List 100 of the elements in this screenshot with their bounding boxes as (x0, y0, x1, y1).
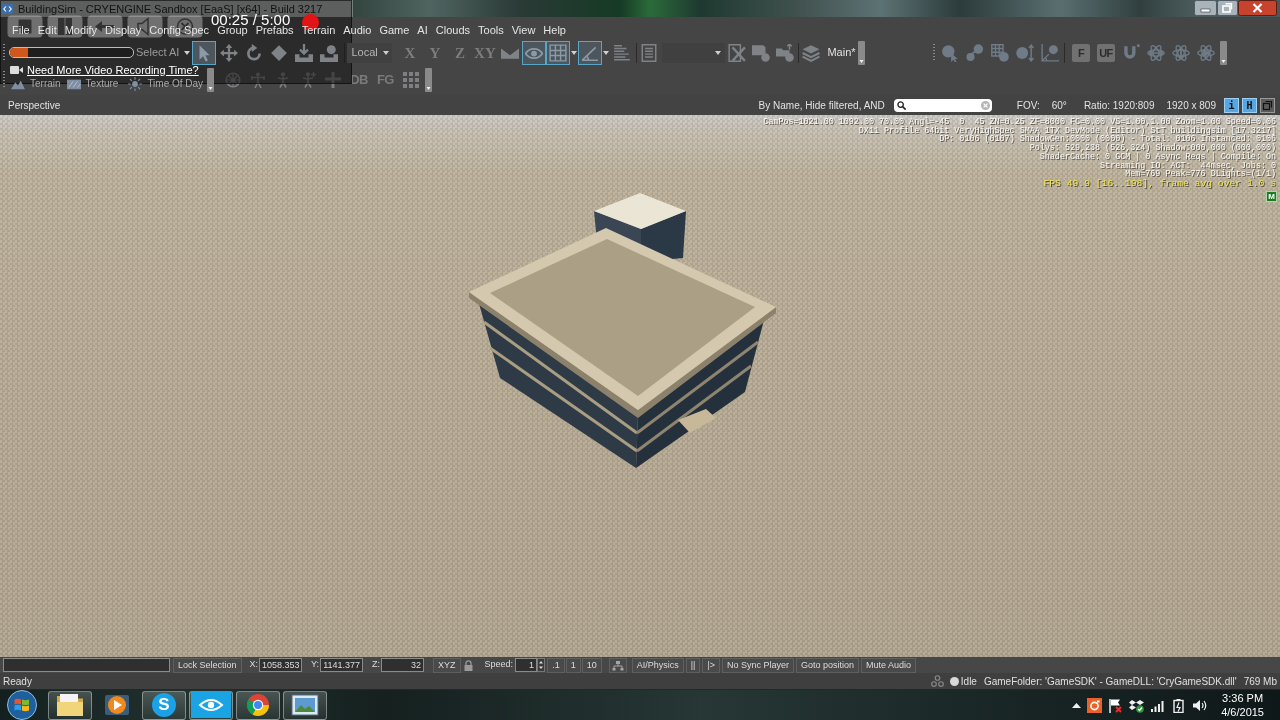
taskbar-button[interactable] (283, 690, 327, 720)
axis-lock-button[interactable]: XYZ (433, 657, 461, 673)
3d-viewport[interactable] (0, 115, 1280, 657)
speed-preset-button[interactable]: 1 (565, 657, 581, 673)
menu-item[interactable]: View (511, 25, 536, 36)
toolbar-button[interactable]: |> (702, 657, 720, 673)
document-cross-icon[interactable] (728, 43, 747, 62)
hierarchy-icon[interactable] (608, 657, 627, 673)
toolbar-button[interactable]: No Sync Player (721, 657, 794, 673)
restore-icon[interactable] (1217, 0, 1238, 16)
filter-summary: By Name, Hide filtered, AND (758, 98, 885, 113)
cross-icon[interactable] (325, 72, 342, 88)
rotate-arrow-icon[interactable] (245, 43, 264, 62)
menu-item[interactable]: Group (217, 25, 248, 36)
ai-dropdown[interactable]: Select AI (136, 42, 192, 63)
arrow-cursor-icon[interactable] (192, 40, 217, 65)
menu-item[interactable]: Audio (343, 25, 372, 36)
speed-label: Speed: (484, 658, 514, 672)
code-tile-icon (2, 3, 13, 14)
upgrade-link[interactable]: Need More Video Recording Time? (27, 64, 199, 76)
chevron-bar-icon[interactable] (207, 68, 215, 92)
battery-icon[interactable] (1171, 697, 1187, 713)
menu-item[interactable]: AI (417, 25, 428, 36)
angle-icon[interactable] (578, 40, 603, 65)
window-toggle-icon[interactable] (1260, 97, 1275, 113)
grid-icon[interactable] (546, 40, 571, 65)
debug-info-line: Mem=769 Peak=776 DLights=(1/1) (1125, 170, 1276, 179)
close-icon[interactable] (1238, 0, 1277, 16)
z-field[interactable]: 32 (381, 658, 425, 672)
clock-time[interactable]: 3:36 PM (1222, 691, 1264, 705)
menu-item[interactable]: Clouds (435, 25, 470, 36)
tray-ball-icon[interactable] (320, 43, 339, 62)
status-message: Ready (3, 674, 32, 689)
current-layer[interactable]: Main* (827, 44, 856, 61)
view-toggle-button[interactable]: H (1242, 97, 1257, 113)
time-of-day-button[interactable]: Time Of Day (128, 77, 204, 91)
lock-selection-button[interactable]: Lock Selection (173, 657, 242, 673)
z-label: Z: (372, 658, 381, 672)
move-arrows-icon[interactable] (220, 43, 239, 62)
flag-icon[interactable] (1108, 697, 1124, 713)
spinner-arrows-icon[interactable] (537, 658, 546, 672)
debug-info-line: CamPos=1021.00 1092.00 70.00 Angl=-45 0 45 ZN=0.25 ZF=8000 FC=0.00 VS=1.00,1.00 Zoom=1.00 Speed=0.06 (763, 118, 1276, 127)
search-field[interactable] (893, 98, 992, 112)
padlock-icon[interactable] (463, 659, 473, 671)
person-bar-icon[interactable] (250, 72, 267, 88)
taskbar-button[interactable] (236, 690, 280, 720)
texture-button[interactable]: Texture (66, 77, 119, 91)
x-label: X: (249, 658, 259, 672)
text-lines-icon[interactable] (613, 43, 632, 62)
layers-icon[interactable] (802, 43, 821, 62)
folder-icon (56, 693, 84, 717)
minimize-icon[interactable] (1194, 0, 1217, 16)
diamond-icon[interactable] (270, 43, 289, 62)
taskbar-button[interactable] (48, 690, 92, 720)
eye-icon (191, 692, 231, 718)
eye-icon[interactable] (522, 40, 547, 65)
texture-tile-icon (66, 77, 81, 91)
tray-arrow-icon[interactable] (295, 43, 314, 62)
speaker-icon[interactable] (1192, 697, 1208, 713)
toolbar-button[interactable]: AI/Physics (631, 657, 684, 673)
speed-preset-button[interactable]: .1 (547, 657, 565, 673)
chevron-bar-icon[interactable] (857, 40, 865, 65)
dot-grid-icon[interactable] (402, 72, 419, 88)
caret-icon[interactable] (571, 50, 578, 55)
camera-tile-icon[interactable] (1087, 697, 1103, 713)
document-lines-icon[interactable] (640, 43, 659, 62)
resolution: 1920 x 809 (1166, 98, 1216, 113)
selection-field[interactable] (3, 658, 170, 672)
menu-item[interactable]: Terrain (301, 25, 336, 36)
terrain-button[interactable]: Terrain (11, 77, 61, 91)
box-check-icon[interactable] (1129, 697, 1145, 713)
coordinate-system-dropdown[interactable]: Local (347, 42, 393, 63)
folder-ball-icon[interactable] (776, 43, 795, 62)
chevron-bar-icon[interactable] (424, 68, 432, 92)
disk-ball-icon[interactable] (752, 43, 771, 62)
start-orb-icon[interactable] (6, 690, 38, 720)
menu-item[interactable]: Help (543, 25, 566, 36)
menu-item[interactable]: Game (379, 25, 410, 36)
speed-field[interactable]: 1 (515, 658, 538, 672)
caret-icon[interactable] (382, 50, 389, 55)
toolbar-button[interactable]: || (685, 657, 701, 673)
clock-date[interactable]: 4/6/2015 (1221, 705, 1264, 719)
speed-preset-button[interactable]: 10 (581, 657, 602, 673)
caret-up-icon[interactable] (1072, 702, 1082, 708)
debug-info-line: Polys: 529,238 (526,324) Shadow:000,000 (000,000) (1029, 144, 1276, 153)
caret-icon[interactable] (715, 50, 722, 55)
caret-icon[interactable] (603, 50, 610, 55)
toolbar-button[interactable]: Mute Audio (861, 657, 917, 673)
y-field[interactable]: 1141.377 (320, 658, 364, 672)
x-field[interactable]: 1058.353 (259, 658, 303, 672)
toolbar-button[interactable]: Goto position (796, 657, 860, 673)
caret-icon[interactable] (184, 50, 191, 55)
menu-item[interactable]: Tools (478, 25, 504, 36)
menu-item[interactable]: Prefabs (255, 25, 294, 36)
wheel-icon[interactable] (225, 72, 242, 88)
taskbar-button[interactable] (189, 690, 233, 720)
chevron-bar-icon[interactable] (1220, 40, 1227, 65)
view-toggle-button[interactable]: i (1224, 97, 1239, 113)
person-plus-icon[interactable] (300, 72, 317, 88)
memory-usage: 769 Mb (1243, 674, 1277, 689)
